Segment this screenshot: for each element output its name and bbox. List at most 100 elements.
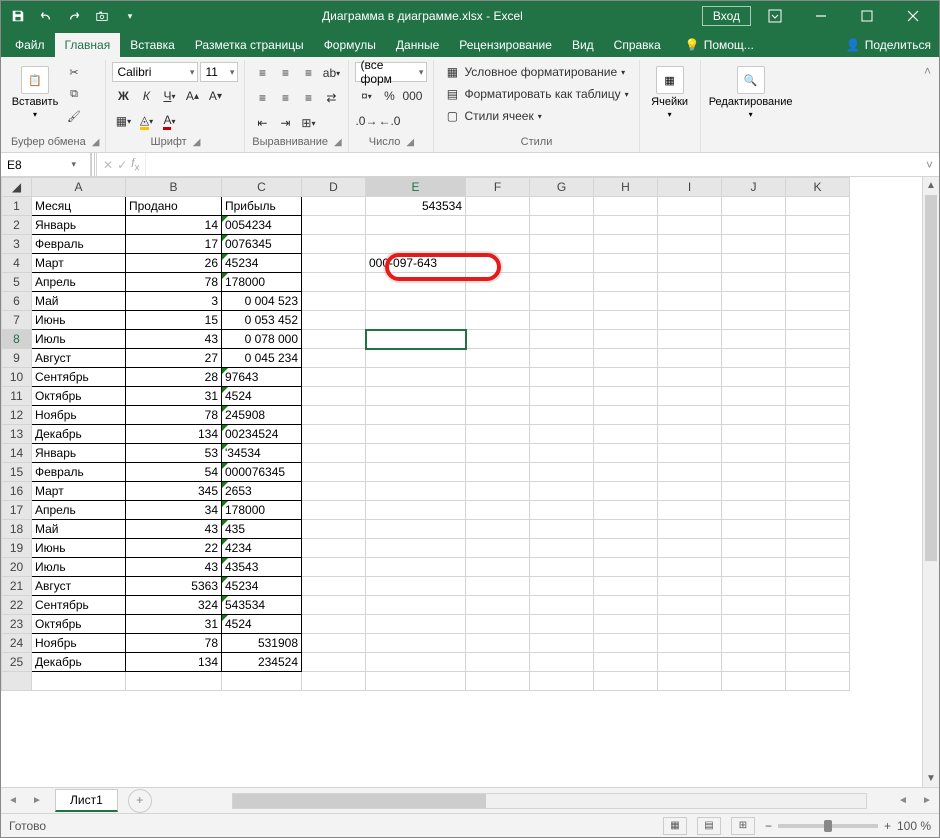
cell-J10[interactable] xyxy=(722,368,786,387)
currency-button[interactable]: ¤▾ xyxy=(355,85,377,107)
cell-F4[interactable] xyxy=(466,254,530,273)
cell-E11[interactable] xyxy=(366,387,466,406)
cell-C7[interactable]: 0 053 452 xyxy=(222,311,302,330)
cell-B22[interactable]: 324 xyxy=(126,596,222,615)
cell-G5[interactable] xyxy=(530,273,594,292)
font-color-button[interactable]: A▾ xyxy=(158,110,180,132)
redo-icon[interactable] xyxy=(61,4,87,28)
cell-I17[interactable] xyxy=(658,501,722,520)
collapse-ribbon-icon[interactable]: ˄ xyxy=(920,60,935,152)
cell-I9[interactable] xyxy=(658,349,722,368)
cell-F11[interactable] xyxy=(466,387,530,406)
cell-D9[interactable] xyxy=(302,349,366,368)
cell-B10[interactable]: 28 xyxy=(126,368,222,387)
row-header[interactable]: 14 xyxy=(2,444,32,463)
cell-J25[interactable] xyxy=(722,653,786,672)
column-header-D[interactable]: D xyxy=(302,178,366,197)
sheet-tab-1[interactable]: Лист1 xyxy=(55,789,118,812)
cell-B14[interactable]: 53 xyxy=(126,444,222,463)
dialog-launcher-icon[interactable]: ◢ xyxy=(92,137,100,148)
cell-I14[interactable] xyxy=(658,444,722,463)
cell-A19[interactable]: Июнь xyxy=(32,539,126,558)
fx-icon[interactable]: fx xyxy=(131,156,139,173)
select-all-corner[interactable]: ◢ xyxy=(2,178,32,197)
cell-I25[interactable] xyxy=(658,653,722,672)
cells-button[interactable]: ▦Ячейки▾ xyxy=(646,62,694,123)
cell-G[interactable] xyxy=(530,672,594,691)
cell-H13[interactable] xyxy=(594,425,658,444)
cell-J13[interactable] xyxy=(722,425,786,444)
minimize-button[interactable] xyxy=(799,2,843,30)
row-header[interactable]: 1 xyxy=(2,197,32,216)
cell-F7[interactable] xyxy=(466,311,530,330)
cell-H11[interactable] xyxy=(594,387,658,406)
cell-F18[interactable] xyxy=(466,520,530,539)
maximize-button[interactable] xyxy=(845,2,889,30)
row-header[interactable]: 3 xyxy=(2,235,32,254)
expand-formula-bar-icon[interactable]: ˅ xyxy=(920,158,939,172)
cell-F24[interactable] xyxy=(466,634,530,653)
cell-D5[interactable] xyxy=(302,273,366,292)
cell-A17[interactable]: Апрель xyxy=(32,501,126,520)
merge-button[interactable]: ⊞▾ xyxy=(297,112,319,134)
cell-K10[interactable] xyxy=(786,368,850,387)
cell-F19[interactable] xyxy=(466,539,530,558)
prev-sheet-button[interactable]: ◄ xyxy=(1,795,25,806)
cell-H25[interactable] xyxy=(594,653,658,672)
align-bottom-button[interactable]: ≡ xyxy=(297,62,319,84)
cell-D7[interactable] xyxy=(302,311,366,330)
cell-D12[interactable] xyxy=(302,406,366,425)
row-header[interactable] xyxy=(2,672,32,691)
cell-E[interactable] xyxy=(366,672,466,691)
cell-H19[interactable] xyxy=(594,539,658,558)
cell-H15[interactable] xyxy=(594,463,658,482)
cell-G13[interactable] xyxy=(530,425,594,444)
increase-indent-button[interactable]: ⇥ xyxy=(274,112,296,134)
cell-styles-button[interactable]: ▢Стили ячеек▾ xyxy=(440,106,545,126)
cell-I10[interactable] xyxy=(658,368,722,387)
wrap-text-button[interactable]: ⇄ xyxy=(320,87,342,109)
cell-C5[interactable]: 178000 xyxy=(222,273,302,292)
increase-font-button[interactable]: A▴ xyxy=(181,85,203,107)
cell-H5[interactable] xyxy=(594,273,658,292)
row-header[interactable]: 8 xyxy=(2,330,32,349)
cell-J[interactable] xyxy=(722,672,786,691)
column-header-E[interactable]: E xyxy=(366,178,466,197)
cell-H4[interactable] xyxy=(594,254,658,273)
cell-A13[interactable]: Декабрь xyxy=(32,425,126,444)
cell-K23[interactable] xyxy=(786,615,850,634)
cell-I21[interactable] xyxy=(658,577,722,596)
cell-B4[interactable]: 26 xyxy=(126,254,222,273)
row-header[interactable]: 21 xyxy=(2,577,32,596)
tab-view[interactable]: Вид xyxy=(562,33,604,57)
cell-K21[interactable] xyxy=(786,577,850,596)
cell-H22[interactable] xyxy=(594,596,658,615)
cell-J5[interactable] xyxy=(722,273,786,292)
align-center-button[interactable]: ≡ xyxy=(274,87,296,109)
row-header[interactable]: 25 xyxy=(2,653,32,672)
cell-A12[interactable]: Ноябрь xyxy=(32,406,126,425)
cell-D22[interactable] xyxy=(302,596,366,615)
zoom-slider[interactable] xyxy=(778,824,878,828)
cell-C23[interactable]: 4524 xyxy=(222,615,302,634)
cell-F13[interactable] xyxy=(466,425,530,444)
cell-H17[interactable] xyxy=(594,501,658,520)
cell-J11[interactable] xyxy=(722,387,786,406)
cell-K1[interactable] xyxy=(786,197,850,216)
column-header-G[interactable]: G xyxy=(530,178,594,197)
cell-G21[interactable] xyxy=(530,577,594,596)
cell-A3[interactable]: Февраль xyxy=(32,235,126,254)
row-header[interactable]: 17 xyxy=(2,501,32,520)
cell-H1[interactable] xyxy=(594,197,658,216)
row-header[interactable]: 9 xyxy=(2,349,32,368)
editing-button[interactable]: 🔍Редактирование▾ xyxy=(707,62,795,123)
cell-G15[interactable] xyxy=(530,463,594,482)
cell-K13[interactable] xyxy=(786,425,850,444)
cell-H23[interactable] xyxy=(594,615,658,634)
cell-A[interactable] xyxy=(32,672,126,691)
cell-D11[interactable] xyxy=(302,387,366,406)
cell-D18[interactable] xyxy=(302,520,366,539)
cell-G9[interactable] xyxy=(530,349,594,368)
cell-E7[interactable] xyxy=(366,311,466,330)
cell-E9[interactable] xyxy=(366,349,466,368)
